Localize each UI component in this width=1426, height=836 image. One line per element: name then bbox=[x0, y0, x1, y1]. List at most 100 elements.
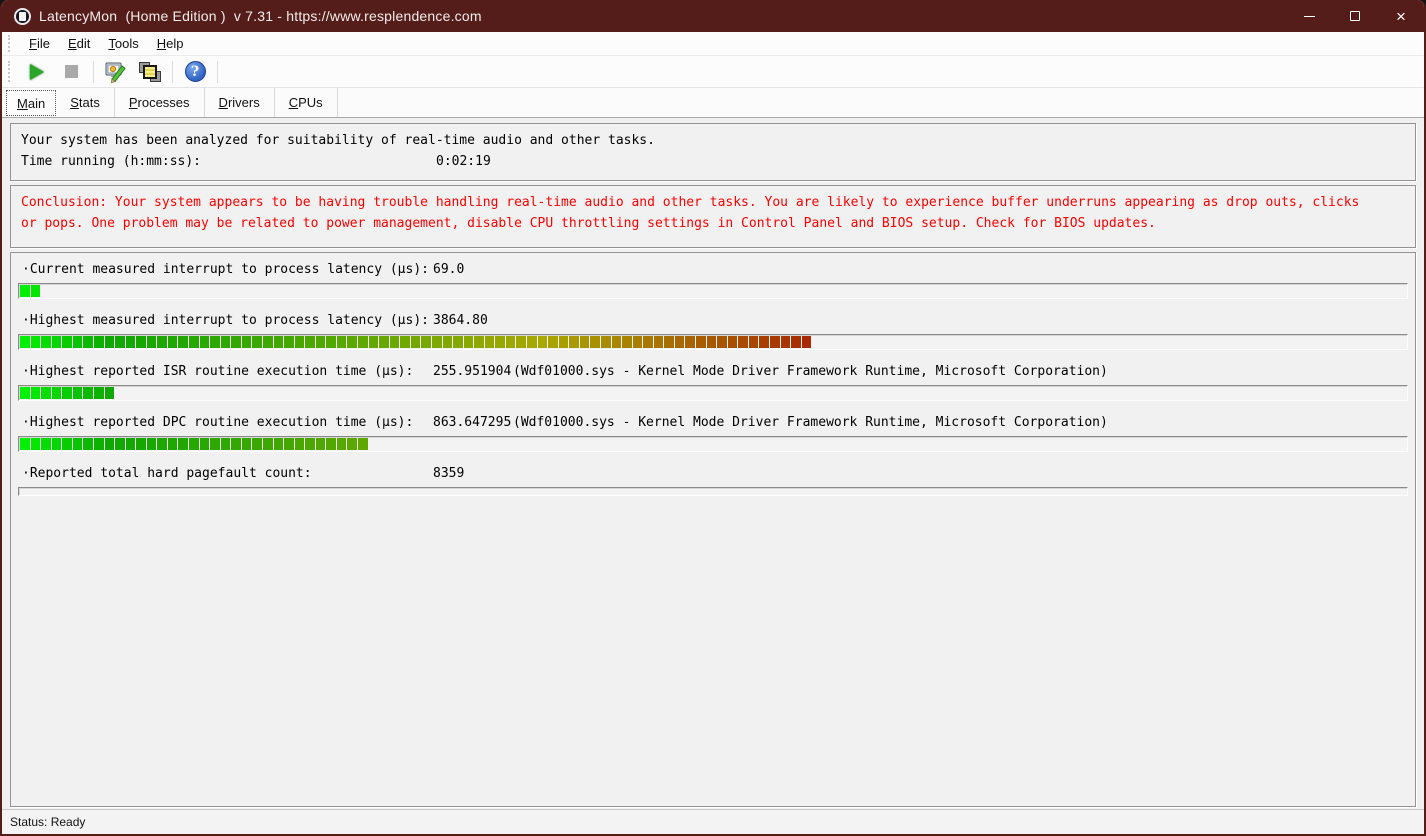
tab-processes[interactable]: Processes bbox=[115, 88, 205, 117]
minimize-button[interactable] bbox=[1286, 0, 1332, 32]
stat-driver-info: (Wdf01000.sys - Kernel Mode Driver Frame… bbox=[513, 414, 1108, 432]
bar-segment bbox=[685, 336, 695, 348]
bar-segment bbox=[31, 285, 41, 297]
bar-segment bbox=[168, 336, 178, 348]
bar-segment bbox=[105, 387, 115, 399]
bar-segment bbox=[62, 336, 72, 348]
bar-segment bbox=[305, 438, 315, 450]
tab-drivers[interactable]: Drivers bbox=[205, 88, 275, 117]
bar-segment bbox=[295, 438, 305, 450]
help-button[interactable]: ? bbox=[180, 59, 210, 85]
bar-segment bbox=[62, 438, 72, 450]
bar-segment bbox=[52, 336, 62, 348]
menu-item-help[interactable]: Help bbox=[148, 34, 193, 53]
bar-segment bbox=[126, 336, 136, 348]
menu-item-file[interactable]: File bbox=[20, 34, 59, 53]
tab-main[interactable]: Main bbox=[6, 90, 56, 116]
tab-cpus[interactable]: CPUs bbox=[275, 88, 338, 117]
bar-segment bbox=[31, 336, 41, 348]
analysis-text: Your system has been analyzed for suitab… bbox=[21, 130, 1405, 151]
app-icon bbox=[14, 8, 31, 25]
time-running-value: 0:02:19 bbox=[436, 151, 491, 172]
bar-segment bbox=[506, 336, 516, 348]
bar-segment bbox=[147, 438, 157, 450]
bar-segment bbox=[94, 336, 104, 348]
stat-row: ·Highest reported DPC routine execution … bbox=[18, 414, 1408, 452]
bar-segment bbox=[274, 336, 284, 348]
close-button[interactable]: × bbox=[1378, 0, 1424, 32]
help-icon: ? bbox=[185, 61, 206, 82]
stat-value: 8359 bbox=[433, 465, 513, 483]
stat-driver-info: (Wdf01000.sys - Kernel Mode Driver Frame… bbox=[513, 363, 1108, 381]
bar-segment bbox=[73, 438, 83, 450]
bar-segment bbox=[453, 336, 463, 348]
bar-segment bbox=[612, 336, 622, 348]
bar-segment bbox=[115, 336, 125, 348]
titlebar[interactable]: LatencyMon (Home Edition ) v 7.31 - http… bbox=[2, 0, 1424, 32]
bar-segment bbox=[548, 336, 558, 348]
bar-segment bbox=[316, 336, 326, 348]
bar-segment bbox=[284, 336, 294, 348]
options-button[interactable] bbox=[101, 59, 131, 85]
bar-segment bbox=[221, 438, 231, 450]
stop-icon bbox=[65, 65, 78, 78]
stop-monitor-button[interactable] bbox=[56, 59, 86, 85]
bar-segment bbox=[421, 336, 431, 348]
bar-segment bbox=[31, 387, 41, 399]
play-icon bbox=[30, 64, 44, 80]
bar-segment bbox=[62, 387, 72, 399]
stat-value: 3864.80 bbox=[433, 312, 513, 330]
main-content: Your system has been analyzed for suitab… bbox=[2, 118, 1424, 809]
bar-segment bbox=[83, 438, 93, 450]
stat-label: ·Highest reported ISR routine execution … bbox=[22, 363, 433, 381]
tabbar: MainStatsProcessesDriversCPUs bbox=[2, 88, 1424, 118]
conclusion-text: Conclusion: Your system appears to be ha… bbox=[21, 192, 1381, 234]
menubar-gripper[interactable] bbox=[8, 35, 12, 51]
bar-segment bbox=[538, 336, 548, 348]
bar-segment bbox=[73, 387, 83, 399]
bar-segment bbox=[20, 336, 30, 348]
tab-stats[interactable]: Stats bbox=[56, 88, 115, 117]
bar-segment bbox=[263, 438, 273, 450]
bar-segment bbox=[295, 336, 305, 348]
stat-label: ·Highest reported DPC routine execution … bbox=[22, 414, 433, 432]
bar-segment bbox=[474, 336, 484, 348]
copy-report-button[interactable] bbox=[135, 59, 165, 85]
bar-segment bbox=[168, 438, 178, 450]
bar-segment bbox=[738, 336, 748, 348]
stat-label: ·Reported total hard pagefault count: bbox=[22, 465, 433, 483]
bar-segment bbox=[802, 336, 812, 348]
bar-segment bbox=[147, 336, 157, 348]
start-monitor-button[interactable] bbox=[22, 59, 52, 85]
bar-segment bbox=[622, 336, 632, 348]
bar-segment bbox=[178, 438, 188, 450]
status-text: Status: Ready bbox=[10, 815, 85, 829]
bar-segment bbox=[664, 336, 674, 348]
bar-segment bbox=[580, 336, 590, 348]
bar-segment bbox=[73, 336, 83, 348]
stat-label: ·Highest measured interrupt to process l… bbox=[22, 312, 433, 330]
bar-segment bbox=[221, 336, 231, 348]
bar-segment bbox=[696, 336, 706, 348]
bar-segment bbox=[231, 438, 241, 450]
maximize-button[interactable] bbox=[1332, 0, 1378, 32]
toolbar-separator bbox=[93, 61, 94, 83]
bar-segment bbox=[590, 336, 600, 348]
menu-item-edit[interactable]: Edit bbox=[59, 34, 99, 53]
menubar: FileEditToolsHelp bbox=[2, 32, 1424, 56]
bar-segment bbox=[41, 438, 51, 450]
bar-segment bbox=[136, 438, 146, 450]
stat-label: ·Current measured interrupt to process l… bbox=[22, 261, 433, 279]
bar-segment bbox=[263, 336, 273, 348]
bar-segment bbox=[94, 438, 104, 450]
bar-segment bbox=[200, 438, 210, 450]
bar-segment bbox=[94, 387, 104, 399]
bar-segment bbox=[464, 336, 474, 348]
toolbar-gripper[interactable] bbox=[8, 61, 12, 83]
bar-segment bbox=[569, 336, 579, 348]
bar-segment bbox=[728, 336, 738, 348]
menu-item-tools[interactable]: Tools bbox=[99, 34, 147, 53]
bar-segment bbox=[347, 438, 357, 450]
window-controls: × bbox=[1286, 0, 1424, 32]
bar-segment bbox=[126, 438, 136, 450]
